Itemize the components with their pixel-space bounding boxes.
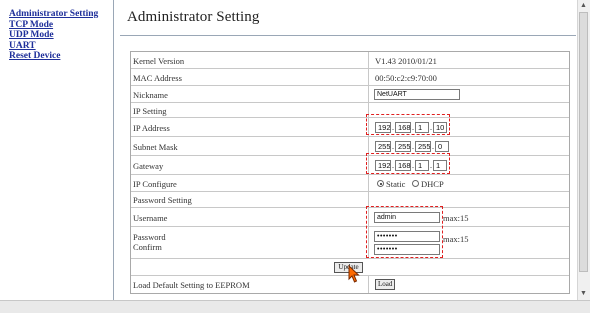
confirm-label: Confirm: [133, 242, 162, 252]
status-bar: [0, 300, 590, 313]
row-username: Username admin max:15: [131, 208, 569, 227]
mouse-pointer-icon: [348, 265, 360, 283]
kernel-version-value: V1.43 2010/01/21: [375, 56, 437, 66]
mac-address-label: MAC Address: [133, 73, 182, 83]
row-mac-address: MAC Address 00:50:c2:c9:70:00: [131, 69, 569, 86]
scroll-up-icon[interactable]: ▲: [580, 2, 587, 9]
left-nav: Administrator Setting TCP Mode UDP Mode …: [0, 0, 114, 300]
browser-page: Administrator Setting TCP Mode UDP Mode …: [0, 0, 590, 313]
nav-link-administrator-setting[interactable]: Administrator Setting: [9, 9, 113, 20]
subnet-octet-3[interactable]: 255: [415, 141, 431, 152]
password-max: max:15: [443, 234, 469, 244]
settings-table: Kernel Version V1.43 2010/01/21 MAC Addr…: [130, 51, 570, 294]
password-label: Password: [133, 232, 166, 242]
subnet-octet-2[interactable]: 255: [395, 141, 411, 152]
row-ip-address: IP Address 192 . 168 . 1 . 10: [131, 118, 569, 137]
ip-setting-label: IP Setting: [133, 106, 167, 116]
nav-link-tcp-mode[interactable]: TCP Mode: [9, 20, 113, 31]
title-divider: [120, 35, 576, 36]
gateway-highlight: [366, 153, 450, 174]
load-default-label: Load Default Setting to EEPROM: [133, 280, 250, 290]
row-ip-setting-header: IP Setting: [131, 103, 569, 118]
subnet-mask-label: Subnet Mask: [133, 142, 178, 152]
kernel-version-label: Kernel Version: [133, 56, 185, 66]
row-password: Password Confirm ••••••• ••••••• max:15: [131, 227, 569, 259]
nav-link-udp-mode[interactable]: UDP Mode: [9, 30, 113, 41]
mac-address-value: 00:50:c2:c9:70:00: [375, 73, 437, 83]
dhcp-radio[interactable]: [412, 180, 419, 187]
dhcp-label: DHCP: [421, 179, 444, 189]
page-title: Administrator Setting: [127, 9, 260, 25]
row-password-setting-header: Password Setting: [131, 192, 569, 208]
nav-link-uart[interactable]: UART: [9, 41, 113, 52]
password-highlight: [366, 206, 443, 258]
row-nickname: Nickname NetUART: [131, 86, 569, 103]
vertical-scrollbar[interactable]: ▲ ▼: [577, 0, 590, 300]
nickname-input[interactable]: NetUART: [374, 89, 460, 100]
gateway-label: Gateway: [133, 161, 164, 171]
ip-address-label: IP Address: [133, 123, 170, 133]
static-radio[interactable]: [377, 180, 384, 187]
nav-link-reset-device[interactable]: Reset Device: [9, 51, 113, 62]
row-subnet-mask: Subnet Mask 255 . 255 . 255 . 0: [131, 137, 569, 156]
subnet-octet-4[interactable]: 0: [435, 141, 449, 152]
ip-address-highlight: [366, 114, 450, 135]
row-gateway: Gateway 192 . 168 . 1 . 1: [131, 156, 569, 175]
static-label: Static: [386, 179, 406, 189]
scroll-thumb[interactable]: [579, 12, 588, 272]
row-ip-configure: IP Configure Static DHCP: [131, 175, 569, 192]
username-max: max:15: [443, 213, 469, 223]
subnet-octet-1[interactable]: 255: [375, 141, 391, 152]
row-kernel-version: Kernel Version V1.43 2010/01/21: [131, 52, 569, 69]
password-setting-label: Password Setting: [133, 195, 192, 205]
ip-configure-label: IP Configure: [133, 179, 177, 189]
scroll-down-icon[interactable]: ▼: [580, 290, 587, 297]
nickname-label: Nickname: [133, 90, 168, 100]
username-label: Username: [133, 213, 168, 223]
load-button[interactable]: Load: [375, 279, 395, 290]
